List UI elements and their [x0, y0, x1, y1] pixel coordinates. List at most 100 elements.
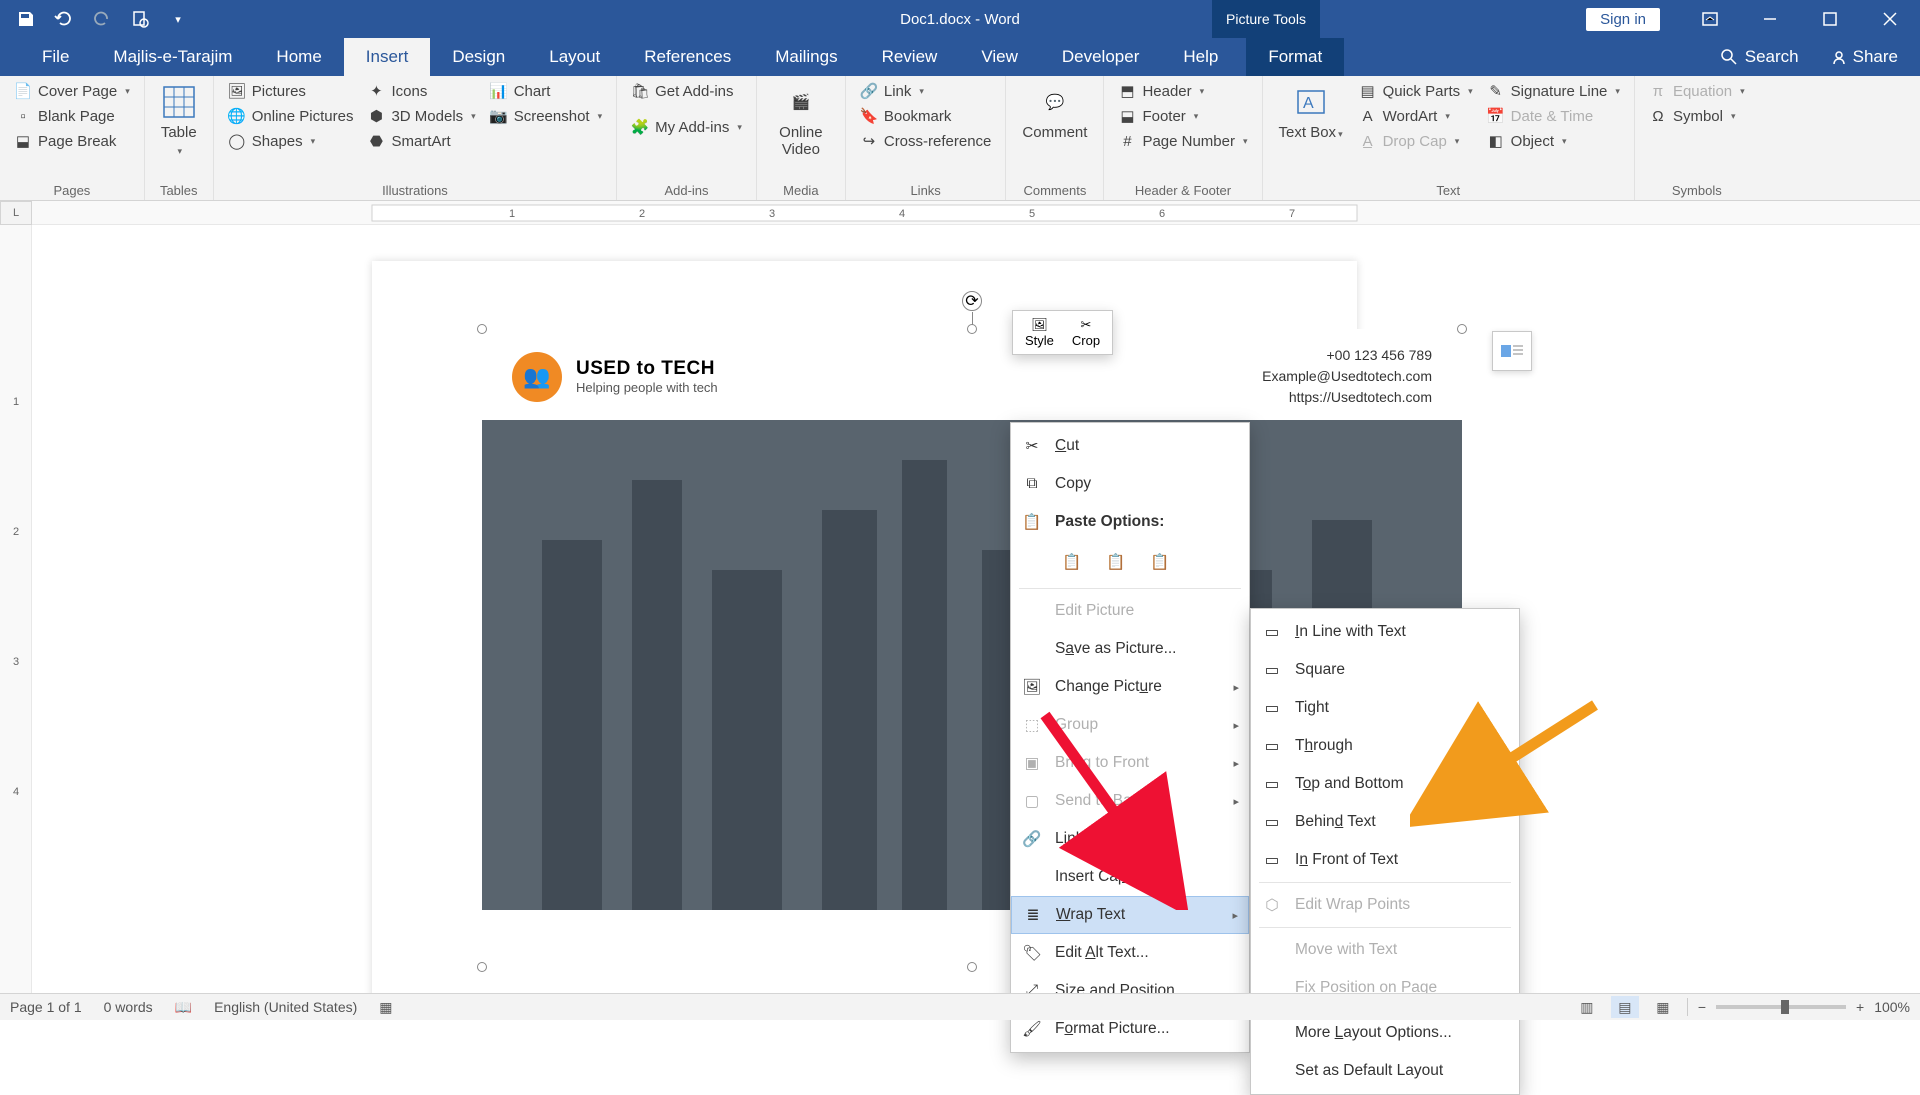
tab-home[interactable]: Home — [254, 38, 343, 76]
menu-save-as-picture[interactable]: Save as Picture... — [1011, 630, 1249, 668]
tab-layout[interactable]: Layout — [527, 38, 622, 76]
vertical-ruler[interactable]: 1234 — [0, 225, 32, 993]
close-button[interactable] — [1860, 0, 1920, 38]
undo-button[interactable] — [46, 0, 82, 38]
document-area[interactable]: ⟳ 👥 USED to TECH Helping people with tec… — [32, 225, 1920, 993]
share-button[interactable]: Share — [1819, 47, 1910, 67]
symbol-button[interactable]: ΩSymbol▾ — [1645, 105, 1749, 127]
zoom-in-button[interactable]: + — [1856, 999, 1864, 1015]
tab-insert[interactable]: Insert — [344, 38, 431, 76]
status-words[interactable]: 0 words — [104, 999, 153, 1015]
wrap-inline[interactable]: ▭In Line with Text — [1251, 613, 1519, 651]
link-button[interactable]: 🔗Link▾ — [856, 80, 996, 102]
online-video-button[interactable]: 🎬Online Video — [767, 80, 835, 162]
wrap-through[interactable]: ▭Through — [1251, 727, 1519, 765]
menu-cut[interactable]: ✂CuCutt — [1011, 427, 1249, 465]
cross-reference-button[interactable]: ↪Cross-reference — [856, 130, 996, 152]
comment-button[interactable]: 💬Comment — [1016, 80, 1093, 145]
maximize-button[interactable] — [1800, 0, 1860, 38]
layout-options-button[interactable] — [1492, 331, 1532, 371]
zoom-out-button[interactable]: − — [1698, 999, 1706, 1015]
save-button[interactable] — [8, 0, 44, 38]
signin-button[interactable]: Sign in — [1586, 8, 1660, 31]
status-page[interactable]: Page 1 of 1 — [10, 999, 82, 1015]
footer-button[interactable]: ⬓Footer▾ — [1114, 105, 1251, 127]
qat-customize-button[interactable]: ▾ — [160, 0, 196, 38]
wrap-in-front[interactable]: ▭In Front of Text — [1251, 841, 1519, 879]
wrap-square[interactable]: ▭Square — [1251, 651, 1519, 689]
smartart-button[interactable]: ⬣SmartArt — [363, 130, 479, 152]
tab-format[interactable]: Format — [1246, 38, 1344, 76]
menu-change-picture[interactable]: 🖼Change Picture▸ — [1011, 668, 1249, 706]
menu-link[interactable]: 🔗Link — [1011, 820, 1249, 858]
cover-page-button[interactable]: 📄Cover Page▾ — [10, 80, 134, 102]
wordart-button[interactable]: AWordArt▾ — [1355, 105, 1477, 127]
icons-button[interactable]: ✦Icons — [363, 80, 479, 102]
redo-button[interactable] — [84, 0, 120, 38]
tab-developer[interactable]: Developer — [1040, 38, 1162, 76]
menu-copy[interactable]: ⧉Copy — [1011, 465, 1249, 503]
zoom-level[interactable]: 100% — [1874, 999, 1910, 1015]
shapes-button[interactable]: ◯Shapes▾ — [224, 130, 358, 152]
header-button[interactable]: ⬒Header▾ — [1114, 80, 1251, 102]
picture-style-button[interactable]: 🖼Style — [1017, 315, 1062, 350]
status-language[interactable]: English (United States) — [214, 999, 357, 1015]
resize-handle-n[interactable] — [967, 324, 977, 334]
view-web-layout[interactable]: ▦ — [1649, 996, 1677, 1018]
date-time-button[interactable]: 📅Date & Time — [1483, 105, 1624, 127]
print-preview-button[interactable] — [122, 0, 158, 38]
equation-button[interactable]: πEquation▾ — [1645, 80, 1749, 102]
resize-handle-s[interactable] — [967, 962, 977, 972]
screenshot-button[interactable]: 📷Screenshot▾ — [486, 105, 606, 127]
tab-mailings[interactable]: Mailings — [753, 38, 859, 76]
menu-edit-alt-text[interactable]: 🏷Edit Alt Text... — [1011, 934, 1249, 972]
resize-handle-ne[interactable] — [1457, 324, 1467, 334]
page-number-button[interactable]: #Page Number▾ — [1114, 130, 1251, 152]
chart-button[interactable]: 📊Chart — [486, 80, 606, 102]
bookmark-button[interactable]: 🔖Bookmark — [856, 105, 996, 127]
rotate-handle[interactable]: ⟳ — [962, 291, 982, 311]
page-break-button[interactable]: ⬓Page Break — [10, 130, 134, 152]
signature-line-button[interactable]: ✎Signature Line▾ — [1483, 80, 1624, 102]
menu-wrap-text[interactable]: ≣Wrap Text▸ — [1011, 896, 1249, 934]
tab-review[interactable]: Review — [860, 38, 960, 76]
pictures-button[interactable]: 🖼Pictures — [224, 80, 358, 102]
paste-picture[interactable]: 📋 — [1143, 545, 1177, 579]
tab-custom[interactable]: Majlis-e-Tarajim — [91, 38, 254, 76]
object-button[interactable]: ◧Object▾ — [1483, 130, 1624, 152]
tab-references[interactable]: References — [622, 38, 753, 76]
tell-me-search[interactable]: Search — [1721, 47, 1799, 67]
drop-cap-button[interactable]: A̲Drop Cap▾ — [1355, 130, 1477, 152]
tab-view[interactable]: View — [959, 38, 1040, 76]
minimize-button[interactable] — [1740, 0, 1800, 38]
resize-handle-sw[interactable] — [477, 962, 487, 972]
tab-file[interactable]: File — [20, 38, 91, 76]
wrap-tight[interactable]: ▭Tight — [1251, 689, 1519, 727]
blank-page-button[interactable]: ▫Blank Page — [10, 105, 134, 127]
quick-parts-button[interactable]: ▤Quick Parts▾ — [1355, 80, 1477, 102]
menu-insert-caption[interactable]: Insert Caption... — [1011, 858, 1249, 896]
online-pictures-button[interactable]: 🌐Online Pictures — [224, 105, 358, 127]
get-addins-button[interactable]: 🛍Get Add-ins — [627, 80, 746, 102]
text-box-button[interactable]: AText Box▾ — [1273, 80, 1349, 145]
status-macro-icon[interactable]: ▦ — [379, 999, 392, 1016]
wrap-set-default[interactable]: Set as Default Layout — [1251, 1052, 1519, 1090]
3d-models-button[interactable]: ⬢3D Models▾ — [363, 105, 479, 127]
wrap-behind[interactable]: ▭Behind Text — [1251, 803, 1519, 841]
wrap-top-bottom[interactable]: ▭Top and Bottom — [1251, 765, 1519, 803]
ribbon-display-button[interactable] — [1680, 0, 1740, 38]
horizontal-ruler[interactable]: 123 456 7 — [32, 201, 1920, 225]
view-print-layout[interactable]: ▤ — [1611, 996, 1639, 1018]
ruler-corner[interactable]: L — [0, 201, 32, 225]
status-proofing-icon[interactable]: 📖 — [175, 999, 192, 1016]
resize-handle-nw[interactable] — [477, 324, 487, 334]
tab-design[interactable]: Design — [430, 38, 527, 76]
table-button[interactable]: Table▾ — [155, 80, 203, 162]
crop-button[interactable]: ✂Crop — [1064, 315, 1108, 350]
view-read-mode[interactable]: ▥ — [1573, 996, 1601, 1018]
paste-merge[interactable]: 📋 — [1099, 545, 1133, 579]
tab-help[interactable]: Help — [1161, 38, 1240, 76]
zoom-slider[interactable] — [1716, 1005, 1846, 1009]
my-addins-button[interactable]: 🧩My Add-ins▾ — [627, 116, 746, 138]
paste-keep-source[interactable]: 📋 — [1055, 545, 1089, 579]
